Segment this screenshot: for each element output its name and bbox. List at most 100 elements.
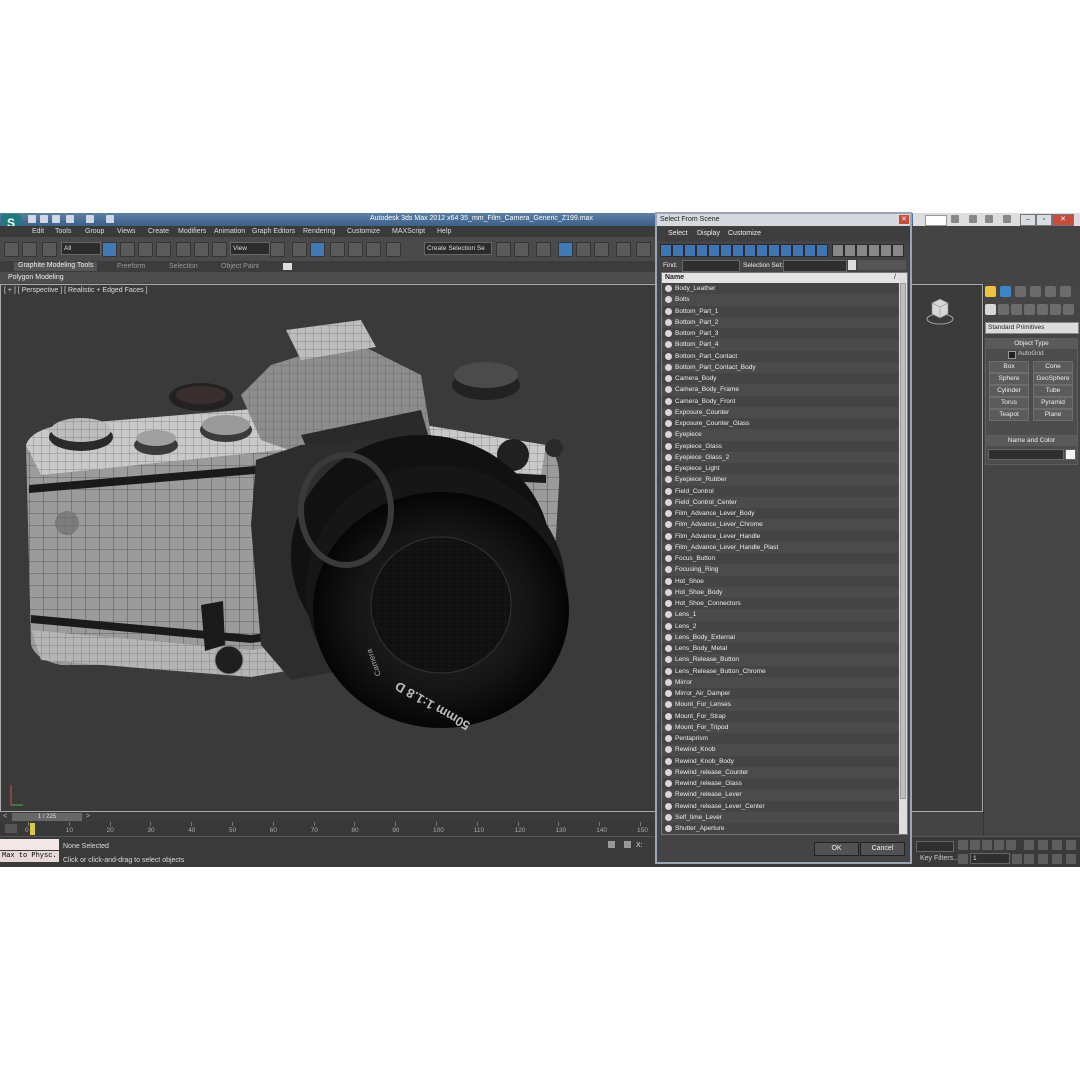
selection-filter-dropdown[interactable]: All xyxy=(61,242,101,255)
key-filters-button[interactable]: Key Filters... xyxy=(920,855,959,862)
display-tab-icon[interactable] xyxy=(1045,286,1056,297)
dialog-menu-customize[interactable]: Customize xyxy=(728,230,761,237)
cone-button[interactable]: Cone xyxy=(1033,361,1073,373)
list-item[interactable]: Rewind_release_Lever_Center xyxy=(662,800,900,812)
hierarchy-icon[interactable] xyxy=(868,244,880,257)
teapot-button[interactable]: Teapot xyxy=(989,409,1029,421)
list-item[interactable]: Bottom_Part_4 xyxy=(662,339,900,351)
list-item[interactable]: Eyepiece_Glass xyxy=(662,440,900,452)
slider-prev-icon[interactable]: < xyxy=(3,813,7,820)
cancel-button[interactable]: Cancel xyxy=(860,842,905,856)
slider-next-icon[interactable]: > xyxy=(86,813,90,820)
list-scrollbar[interactable] xyxy=(899,273,907,834)
filter-bar[interactable] xyxy=(858,260,906,270)
display-none-icon[interactable] xyxy=(672,244,684,257)
list-item[interactable]: Bottom_Part_3 xyxy=(662,328,900,340)
list-item[interactable]: Hot_Shoe_Body xyxy=(662,586,900,598)
mirror-icon[interactable] xyxy=(496,242,511,257)
time-config-icon[interactable] xyxy=(1012,854,1022,864)
list-item[interactable]: Bottom_Part_1 xyxy=(662,305,900,317)
pyramid-button[interactable]: Pyramid xyxy=(1033,397,1073,409)
pivot-center-icon[interactable] xyxy=(270,242,285,257)
autogrid-checkbox[interactable] xyxy=(1008,351,1016,359)
keyboard-shortcut-override-icon[interactable] xyxy=(310,242,325,257)
selection-set-options-icon[interactable] xyxy=(848,260,856,270)
select-none-icon[interactable] xyxy=(844,244,856,257)
dialog-menu-select[interactable]: Select xyxy=(668,230,687,237)
menu-tools[interactable]: Tools xyxy=(55,228,71,235)
list-item[interactable]: Mirror xyxy=(662,676,900,688)
menu-edit[interactable]: Edit xyxy=(32,228,44,235)
goto-end-icon[interactable] xyxy=(1006,840,1016,850)
binoculars-icon[interactable] xyxy=(951,215,959,223)
scale-icon[interactable] xyxy=(212,242,227,257)
list-item[interactable]: Focus_Button xyxy=(662,553,900,565)
zoom-extents-all-icon[interactable] xyxy=(1066,840,1076,850)
mini-curve-editor-icon[interactable] xyxy=(5,824,17,833)
dialog-close-button[interactable]: ✕ xyxy=(899,215,909,224)
time-slider[interactable]: < 1 / 225 > xyxy=(0,812,660,822)
dialog-menu-display[interactable]: Display xyxy=(697,230,720,237)
menu-customize[interactable]: Customize xyxy=(347,228,380,235)
prev-frame-icon[interactable] xyxy=(970,840,980,850)
tab-freeform[interactable]: Freeform xyxy=(117,263,145,270)
minimize-button[interactable]: – xyxy=(1020,214,1036,226)
communication-icon[interactable] xyxy=(985,215,993,223)
maxscript-listener-top[interactable] xyxy=(0,839,59,850)
box-button[interactable]: Box xyxy=(989,361,1029,373)
select-and-link-icon[interactable] xyxy=(4,242,19,257)
list-item[interactable]: Rewind_release_Counter xyxy=(662,766,900,778)
ribbon-options-icon[interactable] xyxy=(283,263,292,270)
list-item[interactable]: Mount_For_Tripod xyxy=(662,721,900,733)
menu-graph-editors[interactable]: Graph Editors xyxy=(252,228,295,235)
material-editor-icon[interactable] xyxy=(616,242,631,257)
percent-snap-icon[interactable] xyxy=(366,242,381,257)
zoom-icon[interactable] xyxy=(1024,840,1034,850)
rectangular-selection-icon[interactable] xyxy=(138,242,153,257)
subscription-icon[interactable] xyxy=(969,215,977,223)
menu-help[interactable]: Help xyxy=(437,228,451,235)
list-item[interactable]: Focusing_Ring xyxy=(662,564,900,576)
redo-icon[interactable] xyxy=(86,215,94,223)
cylinder-button[interactable]: Cylinder xyxy=(989,385,1029,397)
absolute-transform-icon[interactable] xyxy=(624,841,631,848)
selection-set-dropdown[interactable] xyxy=(783,260,847,272)
maximize-viewport-icon[interactable] xyxy=(1066,854,1076,864)
list-item[interactable]: Lens_1 xyxy=(662,609,900,621)
list-item[interactable]: Self_time_Lever xyxy=(662,811,900,823)
list-item[interactable]: Field_Control_Center xyxy=(662,496,900,508)
snaps-toggle-icon[interactable] xyxy=(330,242,345,257)
name-column-header[interactable]: Name / xyxy=(662,273,900,283)
list-item[interactable]: Rewind_release_Lever xyxy=(662,789,900,801)
list-item[interactable]: Camera_Body_Frame xyxy=(662,384,900,396)
list-item[interactable]: Rewind_Knob xyxy=(662,744,900,756)
list-item[interactable]: Bolts xyxy=(662,294,900,306)
undo-icon[interactable] xyxy=(66,215,74,223)
list-item[interactable]: Eyepiece_Light xyxy=(662,463,900,475)
display-all-icon[interactable] xyxy=(660,244,672,257)
scrollbar-thumb[interactable] xyxy=(900,283,906,799)
unlink-icon[interactable] xyxy=(22,242,37,257)
tube-button[interactable]: Tube xyxy=(1033,385,1073,397)
list-item[interactable]: Film_Advance_Lever_Handle_Plast xyxy=(662,541,900,553)
select-object-icon[interactable] xyxy=(102,242,117,257)
lights-filter-icon[interactable] xyxy=(720,244,732,257)
current-frame-field[interactable]: 1 xyxy=(970,853,1010,864)
filter-options-icon[interactable] xyxy=(892,244,904,257)
list-item[interactable]: Camera_Body_Front xyxy=(662,395,900,407)
list-item[interactable]: Shutter_Aperture xyxy=(662,823,900,834)
graphite-toggle-icon[interactable] xyxy=(558,242,573,257)
list-item[interactable]: Lens_Body_External xyxy=(662,631,900,643)
create-tab-icon[interactable] xyxy=(985,286,996,297)
helpers-icon[interactable] xyxy=(1037,304,1048,315)
list-item[interactable]: Camera_Body xyxy=(662,373,900,385)
curve-editor-icon[interactable] xyxy=(576,242,591,257)
list-item[interactable]: Mount_For_Lenses xyxy=(662,699,900,711)
find-input[interactable] xyxy=(682,260,740,272)
list-item[interactable]: Film_Advance_Lever_Chrome xyxy=(662,519,900,531)
key-mode-toggle-icon[interactable] xyxy=(958,854,968,864)
render-setup-icon[interactable] xyxy=(636,242,651,257)
torus-button[interactable]: Torus xyxy=(989,397,1029,409)
xrefs-filter-icon[interactable] xyxy=(780,244,792,257)
pan-view-icon[interactable] xyxy=(1038,854,1048,864)
